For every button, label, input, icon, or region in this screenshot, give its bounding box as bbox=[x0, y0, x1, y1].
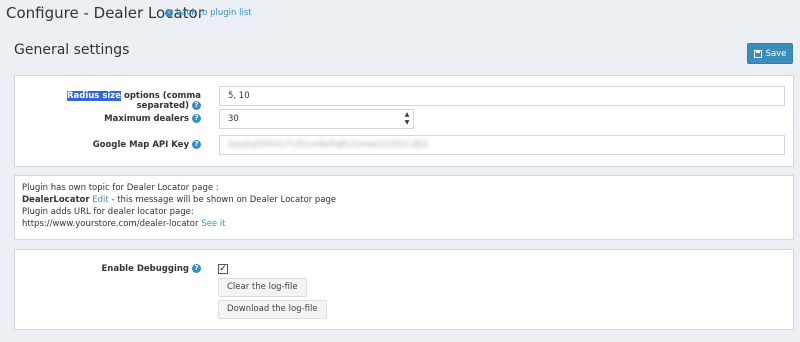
back-to-plugin-list-link[interactable]: ‹ back to plugin list bbox=[165, 8, 252, 18]
chevron-down-icon[interactable]: ▼ bbox=[402, 119, 412, 127]
enable-debugging-checkbox[interactable]: ✓ bbox=[218, 264, 228, 274]
settings-panel: Radius size options (comma separated)? 5… bbox=[14, 75, 794, 167]
number-spinner[interactable]: ▲ ▼ bbox=[402, 111, 412, 127]
max-dealers-input[interactable]: 30 ▲ ▼ bbox=[219, 109, 414, 129]
chevron-up-icon[interactable]: ▲ bbox=[402, 111, 412, 119]
radius-label-rest: options (comma separated) bbox=[121, 91, 201, 111]
enable-debugging-label: Enable Debugging bbox=[101, 264, 190, 274]
radius-label-row: Radius size options (comma separated)? bbox=[15, 91, 201, 111]
info-panel: Plugin has own topic for Dealer Locator … bbox=[14, 175, 794, 240]
api-key-input[interactable]: AIzaSyDh5Xx7Y2kLmNoPqRsTuVwXz12AbCdEA bbox=[219, 135, 785, 155]
info-line-3: Plugin adds URL for dealer locator page: bbox=[22, 207, 194, 217]
locator-url: https://www.yourstore.com/dealer-locator bbox=[22, 219, 199, 229]
radius-options-input[interactable]: 5, 10 bbox=[219, 86, 785, 106]
edit-topic-link[interactable]: Edit bbox=[92, 195, 108, 205]
info-line-1: Plugin has own topic for Dealer Locator … bbox=[22, 183, 219, 193]
arrow-left-circle-icon: ‹ bbox=[165, 9, 173, 17]
api-key-value: AIzaSyDh5Xx7Y2kLmNoPqRsTuVwXz12AbCdEA bbox=[228, 140, 428, 150]
help-icon[interactable]: ? bbox=[192, 140, 201, 149]
floppy-disk-icon bbox=[753, 49, 762, 58]
max-dealers-label-row: Maximum dealers? bbox=[15, 114, 201, 128]
debug-panel: Enable Debugging? ✓ Clear the log-file D… bbox=[14, 249, 794, 330]
save-button[interactable]: Save bbox=[747, 43, 793, 64]
download-log-button[interactable]: Download the log-file bbox=[218, 300, 327, 319]
help-icon[interactable]: ? bbox=[192, 101, 201, 110]
help-icon[interactable]: ? bbox=[192, 264, 201, 273]
radius-label-highlight: Radius size bbox=[66, 91, 122, 101]
help-icon[interactable]: ? bbox=[192, 114, 201, 123]
info-line-2: DealerLocator Edit - this message will b… bbox=[22, 195, 336, 205]
info-line-4: https://www.yourstore.com/dealer-locator… bbox=[22, 219, 225, 229]
debug-label-row: Enable Debugging? bbox=[15, 264, 201, 278]
save-button-label[interactable]: Save bbox=[766, 49, 787, 59]
topic-name: DealerLocator bbox=[22, 195, 90, 205]
max-dealers-value: 30 bbox=[228, 114, 239, 124]
info-line-2-rest: - this message will be shown on Dealer L… bbox=[108, 195, 337, 205]
see-it-link[interactable]: See it bbox=[201, 219, 225, 229]
api-key-label: Google Map API Key bbox=[92, 140, 189, 150]
section-title: General settings bbox=[14, 42, 130, 58]
max-dealers-label: Maximum dealers bbox=[104, 114, 189, 124]
back-link-label[interactable]: back to plugin list bbox=[176, 8, 252, 18]
api-key-label-row: Google Map API Key? bbox=[15, 140, 201, 154]
clear-log-button[interactable]: Clear the log-file bbox=[218, 278, 307, 297]
